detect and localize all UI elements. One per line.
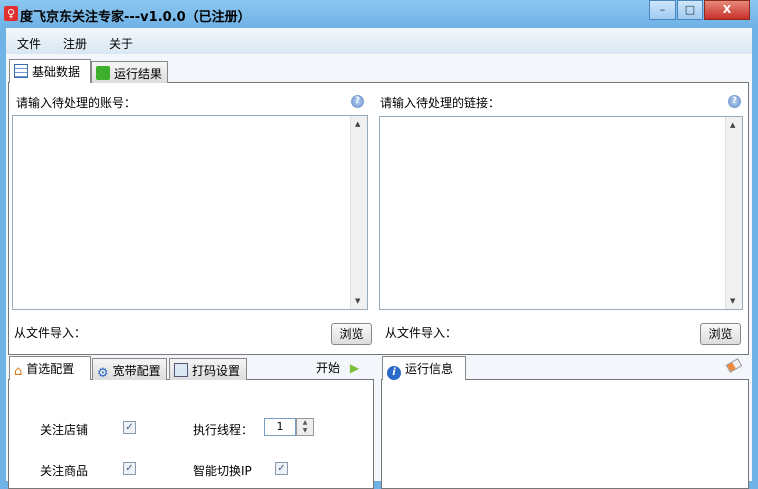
scrollbar[interactable]: ▲ ▼ <box>725 117 742 309</box>
menu-file[interactable]: 文件 <box>17 35 41 52</box>
accounts-browse-button[interactable]: 浏览 <box>331 323 372 345</box>
menu-about[interactable]: 关于 <box>109 35 133 52</box>
gear-icon: ⚙ <box>97 366 109 381</box>
tab-captcha[interactable]: 打码设置 <box>169 358 247 380</box>
tab-label: 打码设置 <box>192 364 241 378</box>
threads-input[interactable]: 1 <box>264 418 296 436</box>
help-icon[interactable]: ? <box>351 95 364 108</box>
tab-run-results[interactable]: 运行结果 <box>91 61 168 83</box>
play-icon: ▶ <box>349 361 360 375</box>
info-icon: i <box>387 366 401 380</box>
links-browse-button[interactable]: 浏览 <box>700 323 741 345</box>
menu-register[interactable]: 注册 <box>63 35 87 52</box>
smart-ip-label: 智能切换IP <box>193 464 252 478</box>
follow-shop-checkbox[interactable]: ✓ <box>123 421 136 434</box>
smart-ip-checkbox[interactable]: ✓ <box>275 462 288 475</box>
threads-spinner[interactable]: ▲ ▼ <box>296 418 314 436</box>
accounts-textarea[interactable]: ▲ ▼ <box>12 115 368 310</box>
tab-broadband[interactable]: ⚙ 宽带配置 <box>92 358 167 381</box>
captcha-icon <box>174 363 188 377</box>
links-import-label: 从文件导入： <box>385 326 458 340</box>
home-icon: ⌂ <box>14 364 23 379</box>
maximize-button[interactable]: □ <box>677 0 703 20</box>
tab-label: 首选配置 <box>26 362 75 376</box>
user-icon: ♀ <box>4 6 18 21</box>
window-title: 度飞京东关注专家---v1.0.0（已注册） <box>20 10 251 25</box>
accounts-label: 请输入待处理的账号： <box>16 96 137 110</box>
start-button[interactable]: 开始 ▶ <box>316 359 359 376</box>
links-textarea[interactable]: ▲ ▼ <box>379 116 743 310</box>
help-icon[interactable]: ? <box>728 95 741 108</box>
follow-product-checkbox[interactable]: ✓ <box>123 462 136 475</box>
links-label: 请输入待处理的链接： <box>380 96 501 110</box>
table-icon <box>14 64 28 78</box>
tab-run-info[interactable]: i 运行信息 <box>382 356 466 380</box>
minimize-button[interactable]: – <box>649 0 676 20</box>
threads-label: 执行线程： <box>193 423 254 437</box>
save-icon <box>96 66 110 80</box>
tab-label: 基础数据 <box>32 65 81 79</box>
tab-preferences[interactable]: ⌂ 首选配置 <box>9 356 91 380</box>
tab-label: 运行信息 <box>405 362 454 376</box>
tab-basic-data[interactable]: 基础数据 <box>9 59 91 83</box>
scrollbar[interactable]: ▲ ▼ <box>350 116 367 309</box>
accounts-import-label: 从文件导入： <box>14 326 87 340</box>
tab-label: 宽带配置 <box>112 364 161 378</box>
close-button[interactable]: X <box>704 0 750 20</box>
log-panel <box>381 379 749 489</box>
tab-label: 运行结果 <box>114 67 163 81</box>
follow-product-label: 关注商品 <box>40 464 89 478</box>
start-label: 开始 <box>316 361 341 375</box>
follow-shop-label: 关注店铺 <box>40 423 89 437</box>
